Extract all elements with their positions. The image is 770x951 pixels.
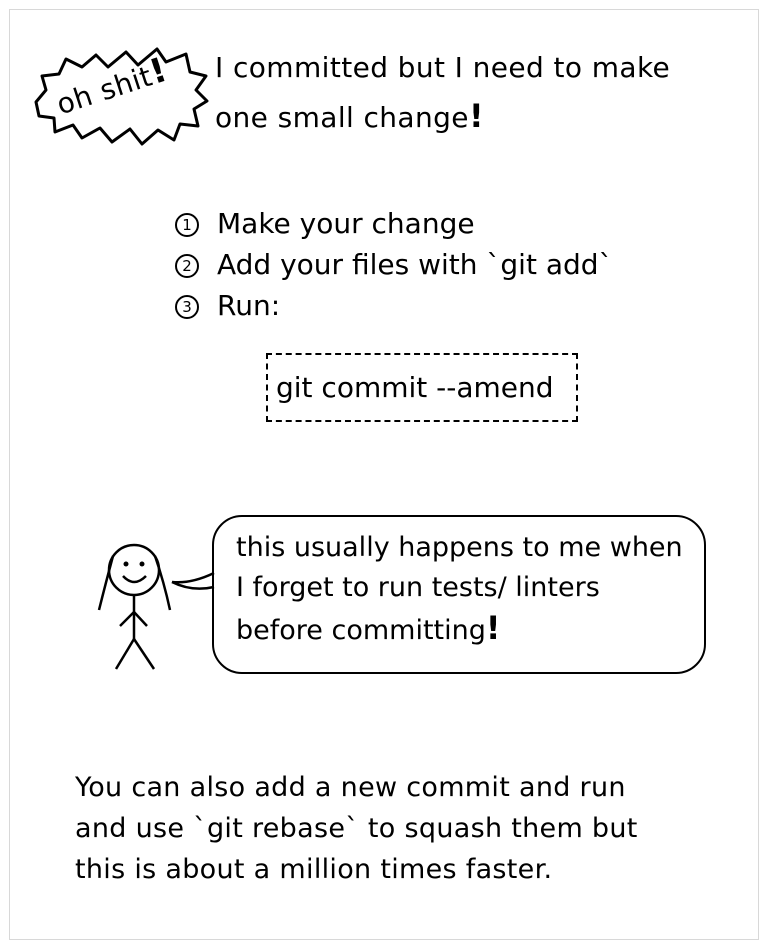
headline: I committed but I need to make one small… (215, 44, 760, 142)
comic-page: oh shit! I committed but I need to make … (9, 9, 759, 940)
footer-line-2: and use `git rebase` to squash them but (75, 813, 638, 844)
headline-line-2: one small change! (215, 92, 760, 142)
footer-line-3: this is about a million times faster. (75, 854, 553, 885)
step-number-icon: 2 (175, 254, 199, 278)
speech-line-3: before committing! (236, 608, 701, 651)
speech-line-2: I forget to run tests/ linters (236, 572, 600, 603)
headline-line-1: I committed but I need to make (215, 51, 671, 84)
step-item: 2 Add your files with `git add` (175, 244, 613, 285)
headline-exclamation: ! (468, 97, 484, 135)
speech-bubble-text: this usually happens to me when I forget… (236, 528, 701, 651)
speech-line-3-text: before committing (236, 615, 486, 646)
headline-line-2-text: one small change (215, 101, 469, 134)
steps-list: 1 Make your change 2 Add your files with `… (175, 203, 613, 326)
stick-figure-illustration (86, 530, 228, 680)
speech-line-1: this usually happens to me when (236, 532, 683, 563)
step-text: Make your change (217, 207, 475, 240)
stick-figure-drawing (97, 543, 215, 670)
step-text: Run: (217, 289, 281, 322)
footer-line-1: You can also add a new commit and run (75, 772, 626, 803)
git-command-box: git commit --amend (266, 353, 578, 422)
step-item: 1 Make your change (175, 203, 605, 244)
footer-note: You can also add a new commit and run an… (75, 767, 715, 890)
oh-shit-badge: oh shit! (24, 34, 210, 152)
git-command-text: git commit --amend (276, 371, 554, 404)
speech-exclamation: ! (485, 609, 501, 647)
step-number-icon: 3 (175, 295, 199, 319)
step-number-icon: 1 (175, 213, 199, 237)
step-text: Add your files with `git add` (217, 248, 613, 281)
step-item: 3 Run: (175, 285, 605, 326)
